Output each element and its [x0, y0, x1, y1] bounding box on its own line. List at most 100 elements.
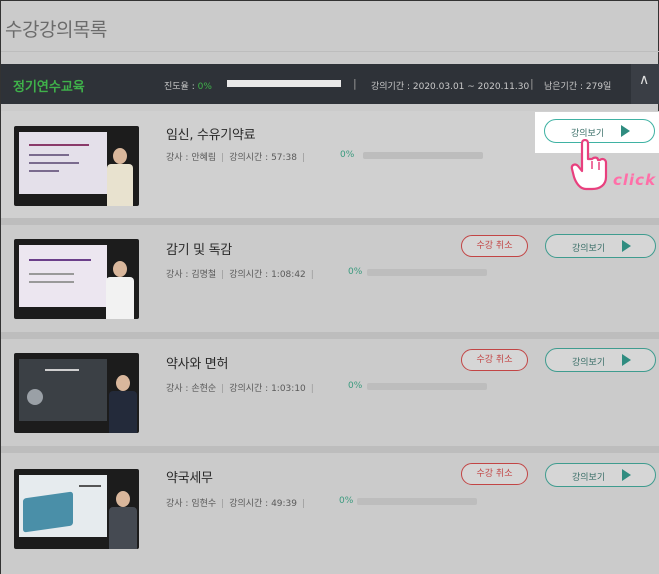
lecture-meta: 강사 : 손현순 | 강의시간 : 1:03:10 | — [166, 381, 319, 394]
lecture-progress-bar — [357, 498, 477, 505]
lecture-instructor: 강사 : 임현수 — [166, 499, 217, 509]
presenter-head — [113, 148, 127, 164]
collapse-button[interactable]: ∧ — [631, 64, 659, 104]
slide-line — [29, 144, 89, 146]
slide-line — [45, 369, 79, 371]
cancel-enrollment-button[interactable]: 수강 취소 — [461, 235, 528, 257]
view-button-label: 강의보기 — [572, 473, 606, 483]
slide-graphic — [23, 491, 73, 533]
row-divider — [1, 218, 659, 225]
separator: | — [221, 499, 225, 509]
thumbnail-screen — [14, 353, 139, 433]
page-title: 수강강의목록 — [5, 19, 107, 41]
row-divider — [1, 446, 659, 453]
lecture-progress-bar — [367, 383, 487, 390]
lecture-instructor: 강사 : 김명철 — [166, 270, 217, 280]
row-divider — [1, 332, 659, 339]
lecture-instructor: 강사 : 손현순 — [166, 384, 217, 394]
lecture-title: 감기 및 독감 — [166, 243, 232, 258]
course-progress-value: 0% — [197, 82, 212, 92]
play-icon — [622, 240, 631, 252]
presenter-figure — [109, 491, 137, 549]
lecture-row: 약사와 면허 강사 : 손현순 | 강의시간 : 1:03:10 | 0% 수강 취소… — [1, 339, 659, 446]
lecture-thumbnail[interactable] — [14, 239, 139, 319]
lecture-duration: 강의시간 : 1:03:10 — [229, 384, 306, 394]
lecture-title: 약사와 면허 — [166, 357, 229, 372]
course-progress-label: 진도율 : 0% — [164, 79, 212, 92]
slide-line — [29, 259, 91, 261]
lecture-instructor: 강사 : 안혜림 — [166, 153, 217, 163]
play-icon — [622, 469, 631, 481]
presenter-body — [109, 507, 137, 549]
title-divider — [1, 51, 659, 52]
course-progress-bar — [227, 80, 341, 87]
presenter-figure — [109, 375, 137, 433]
thumbnail-screen — [14, 239, 139, 319]
slide-line — [29, 162, 79, 164]
lecture-title: 약국세무 — [166, 471, 213, 486]
pointing-hand-icon — [570, 139, 608, 191]
course-summary-bar: 정기연수교육 진도율 : 0% | 강의기간 : 2020.03.01 ~ 20… — [1, 64, 659, 104]
separator: | — [302, 153, 306, 163]
lecture-duration: 강의시간 : 49:39 — [229, 499, 298, 509]
presenter-head — [116, 375, 130, 391]
view-lecture-button[interactable]: 강의보기 — [545, 463, 656, 487]
presenter-body — [107, 164, 133, 206]
thumbnail-screen — [14, 126, 139, 206]
view-lecture-button[interactable]: 강의보기 — [545, 234, 656, 258]
play-icon — [622, 354, 631, 366]
thumbnail-slide — [19, 245, 107, 307]
play-icon — [621, 125, 630, 137]
view-button-label: 강의보기 — [572, 358, 606, 368]
slide-line — [29, 170, 59, 172]
lecture-meta: 강사 : 김명철 | 강의시간 : 1:08:42 | — [166, 267, 319, 280]
lecture-progress-text: 0% — [340, 150, 355, 160]
thumbnail-slide — [19, 132, 107, 194]
thumbnail-slide — [19, 475, 107, 537]
cancel-enrollment-button[interactable]: 수강 취소 — [461, 349, 528, 371]
lecture-thumbnail[interactable] — [14, 353, 139, 433]
slide-line — [29, 281, 74, 283]
view-lecture-button[interactable]: 강의보기 — [545, 348, 656, 372]
separator: | — [221, 270, 225, 280]
slide-line — [29, 154, 69, 156]
separator: | — [221, 384, 225, 394]
separator: | — [310, 384, 314, 394]
slide-line — [79, 485, 101, 487]
thumbnail-screen — [14, 469, 139, 549]
course-name: 정기연수교육 — [13, 80, 85, 95]
cancel-enrollment-button[interactable]: 수강 취소 — [461, 463, 528, 485]
separator: | — [530, 77, 534, 90]
lecture-meta: 강사 : 임현수 | 강의시간 : 49:39 | — [166, 496, 310, 509]
lecture-progress-bar — [363, 152, 483, 159]
course-remaining: 남은기간 : 279일 — [544, 82, 612, 92]
lecture-meta: 강사 : 안혜림 | 강의시간 : 57:38 | — [166, 150, 310, 163]
presenter-figure — [106, 261, 134, 319]
lecture-duration: 강의시간 : 1:08:42 — [229, 270, 306, 280]
lecture-progress-text: 0% — [348, 381, 363, 391]
lecture-row: 약국세무 강사 : 임현수 | 강의시간 : 49:39 | 0% 수강 취소 강의보… — [1, 453, 659, 574]
lecture-progress-text: 0% — [339, 496, 354, 506]
slide-line — [29, 273, 74, 275]
lecture-row: 감기 및 독감 강사 : 김명철 | 강의시간 : 1:08:42 | 0% 수강 취… — [1, 225, 659, 332]
chevron-up-icon: ∧ — [639, 72, 650, 88]
separator: | — [353, 77, 357, 90]
separator: | — [221, 153, 225, 163]
view-button-label: 강의보기 — [572, 244, 606, 254]
separator: | — [310, 270, 314, 280]
presenter-figure — [107, 148, 133, 206]
slide-emblem — [27, 389, 43, 405]
lecture-thumbnail[interactable] — [14, 126, 139, 206]
page-frame: 수강강의목록 정기연수교육 진도율 : 0% | 강의기간 : 2020.03.… — [0, 0, 659, 574]
lecture-thumbnail[interactable] — [14, 469, 139, 549]
view-button-label: 강의보기 — [571, 129, 605, 139]
separator: | — [302, 499, 306, 509]
presenter-body — [109, 391, 137, 433]
presenter-head — [116, 491, 130, 507]
click-annotation: click — [613, 171, 657, 189]
course-period: 강의기간 : 2020.03.01 ~ 2020.11.30 — [371, 82, 530, 92]
thumbnail-slide — [19, 359, 107, 421]
lecture-title: 임신, 수유기약료 — [166, 128, 256, 143]
progress-label-text: 진도율 : — [164, 82, 198, 92]
presenter-head — [113, 261, 127, 277]
